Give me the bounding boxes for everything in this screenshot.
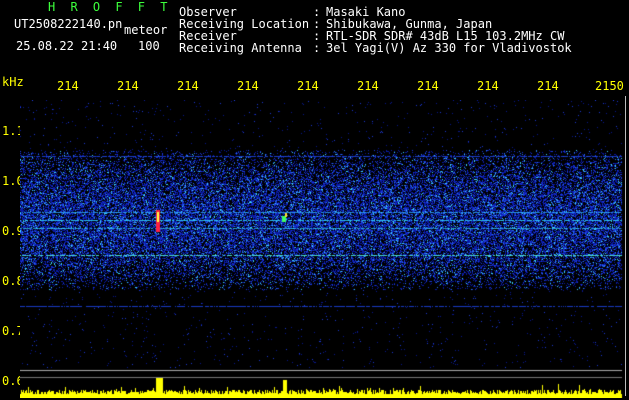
freq-tick-label: 214 [117, 79, 139, 93]
freq-tick-label: 214 [477, 79, 499, 93]
freq-tick-label: 214 [177, 79, 199, 93]
antenna-value: 3el Yagi(V) Az 330 for Vladivostok [326, 41, 572, 55]
antenna-label: Receiving Antenna [179, 41, 302, 55]
filename-label: UT2508222140.pn [14, 17, 123, 31]
freq-tick-label: 214 [57, 79, 79, 93]
freq-tick-label: 214 [297, 79, 319, 93]
app-title: H R O F F T [48, 0, 172, 14]
datetime-label: 25.08.22 21:40 [16, 39, 118, 53]
freq-tick-label: 2150 [595, 79, 624, 93]
freq-tick-label: 214 [537, 79, 559, 93]
freq-tick-label: 214 [357, 79, 379, 93]
info-separator: : [313, 41, 321, 55]
frequency-unit-label: kHz [2, 75, 24, 89]
freq-tick-label: 214 [237, 79, 259, 93]
meteor-label: meteor [124, 23, 168, 37]
spectrogram-display [20, 100, 626, 398]
right-border-line [625, 96, 626, 396]
freq-tick-label: 214 [417, 79, 439, 93]
meteor-count: 100 [138, 39, 160, 53]
